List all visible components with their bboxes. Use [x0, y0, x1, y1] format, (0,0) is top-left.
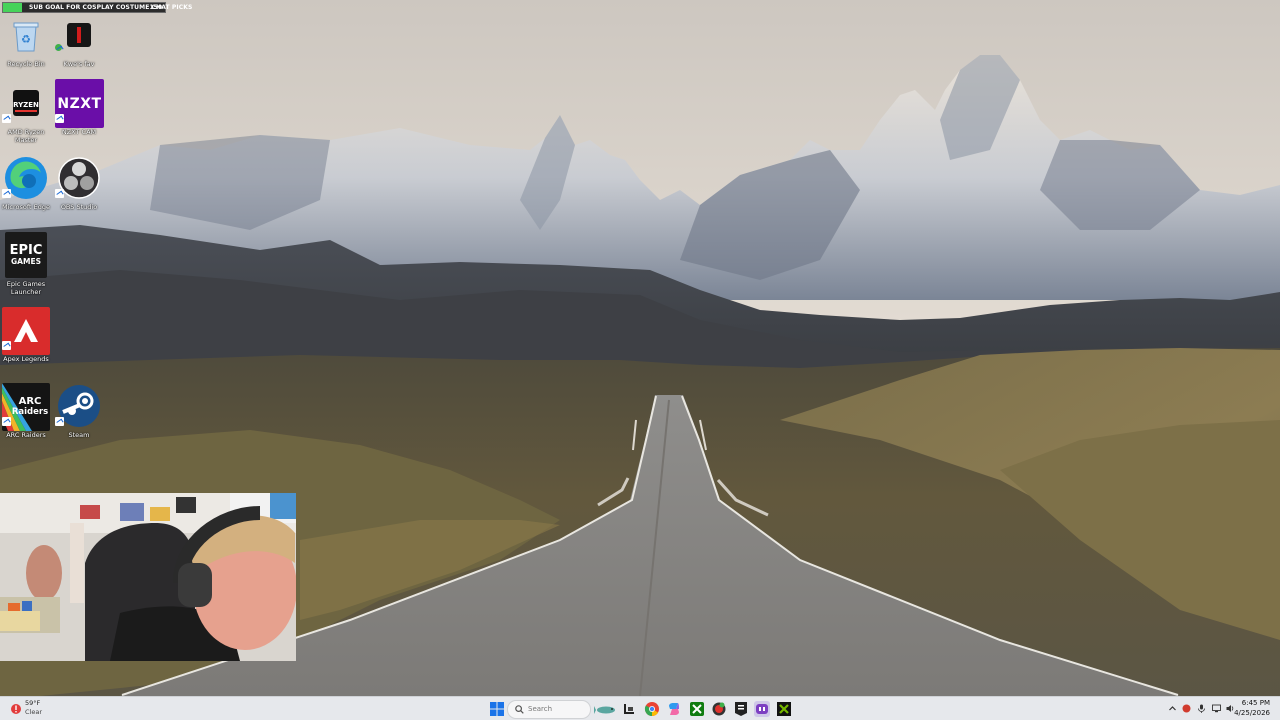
windows-logo-icon — [490, 702, 504, 716]
copilot-icon — [669, 703, 679, 715]
desktop-icon-microsoft-edge[interactable]: Microsoft Edge — [0, 155, 52, 225]
shortcut-arrow-icon — [2, 189, 11, 198]
file-explorer-icon — [624, 704, 634, 714]
desktop-icon-label: Epic Games Launcher — [6, 280, 46, 296]
desktop-icon-arc-raiders[interactable]: ARC Raiders ARC Raiders — [0, 383, 52, 453]
nvidia-icon — [777, 702, 791, 716]
shortcut-arrow-icon — [55, 114, 64, 123]
desktop-icon-ryzen-master[interactable]: RYZEN AMD Ryzen Master — [0, 80, 52, 150]
shortcut-arrow-icon — [55, 417, 64, 426]
nvidia-taskbar-button[interactable] — [776, 701, 792, 717]
svg-text:♻: ♻ — [21, 33, 31, 46]
taskbar-search-box[interactable]: Search — [507, 700, 591, 719]
desktop-icon-steam[interactable]: Steam — [53, 383, 105, 453]
red-app-taskbar-button[interactable] — [711, 701, 727, 717]
arc-logo-subtext: Raiders — [11, 407, 49, 417]
epic-taskbar-button[interactable] — [733, 701, 749, 717]
shortcut-arrow-icon — [55, 189, 64, 198]
red-app-icon — [712, 702, 726, 716]
kwe-fav-icon — [56, 12, 102, 58]
streamlabs-taskbar-button[interactable] — [754, 701, 770, 717]
desktop-icon-label: Apex Legends — [3, 355, 49, 363]
desktop: SUB GOAL FOR COSPLAY COSTUME CHAT PICKS … — [0, 0, 1280, 720]
weather-temperature[interactable]: 59°F — [25, 699, 40, 707]
epic-games-icon: EPIC GAMES — [5, 232, 47, 278]
clock-date[interactable]: 4/25/2026 — [1234, 709, 1270, 717]
shortcut-arrow-icon — [2, 114, 11, 123]
file-explorer-taskbar-button[interactable] — [621, 701, 637, 717]
sub-goal-count: 150 — [149, 4, 162, 11]
start-button[interactable] — [489, 701, 505, 717]
shortcut-arrow-icon — [2, 417, 11, 426]
taskbar: 59°F Clear Search 6:45 PM 4/25/2026 — [0, 696, 1280, 720]
desktop-icon-label: OBS Studio — [60, 203, 98, 211]
desktop-icon-label: Kwe's fav — [63, 60, 95, 68]
desktop-icon-kwe-fav[interactable]: Kwe's fav — [53, 12, 105, 82]
xbox-taskbar-button[interactable] — [689, 701, 705, 717]
desktop-icon-label: Microsoft Edge — [1, 203, 50, 211]
search-placeholder: Search — [528, 705, 553, 713]
sync-status-icon — [55, 44, 62, 51]
desktop-icon-recycle-bin[interactable]: ♻ Recycle Bin — [0, 12, 52, 82]
epic-logo-subtext: GAMES — [11, 256, 41, 266]
epic-logo-text: EPIC — [9, 242, 43, 258]
xbox-icon — [690, 702, 704, 716]
weather-alert-icon[interactable] — [10, 700, 22, 714]
desktop-icon-label: AMD Ryzen Master — [7, 128, 45, 144]
desktop-icon-epic-games-launcher[interactable]: EPIC GAMES Epic Games Launcher — [0, 230, 52, 300]
shortcut-arrow-icon — [2, 341, 11, 350]
desktop-icon-apex-legends[interactable]: Apex Legends — [0, 307, 52, 377]
svg-text:RYZEN: RYZEN — [13, 101, 39, 109]
desktop-icon-label: ARC Raiders — [6, 431, 46, 439]
fish-widget-icon — [594, 706, 615, 714]
desktop-icon-obs-studio[interactable]: OBS Studio — [53, 155, 105, 225]
desktop-icon-label: NZXT CAM — [61, 128, 97, 136]
recycle-bin-icon: ♻ — [3, 12, 49, 58]
microphone-icon[interactable] — [1197, 704, 1206, 713]
antivirus-tray-icon[interactable] — [1182, 704, 1191, 713]
desktop-icon-nzxt-cam[interactable]: NZXT NZXT CAM — [53, 79, 105, 150]
sub-goal-progress-fill — [3, 3, 23, 12]
epic-games-icon — [735, 702, 747, 716]
clock-time[interactable]: 6:45 PM — [1242, 699, 1270, 707]
desktop-icon-label: Recycle Bin — [7, 60, 45, 68]
nzxt-logo-text: NZXT — [57, 95, 102, 112]
streamlabs-icon — [756, 704, 768, 714]
arc-logo-text: ARC — [18, 396, 42, 407]
weather-description[interactable]: Clear — [25, 708, 42, 716]
widgets-button[interactable] — [594, 701, 618, 717]
copilot-taskbar-button[interactable] — [666, 701, 682, 717]
chrome-icon — [644, 702, 659, 717]
sub-goal-label: SUB GOAL FOR COSPLAY COSTUME CHAT PICKS — [29, 4, 193, 11]
desktop-icon-label: Steam — [68, 431, 90, 439]
chrome-taskbar-button[interactable] — [644, 701, 660, 717]
search-icon — [515, 705, 524, 714]
webcam-overlay — [0, 493, 296, 661]
chevron-up-icon[interactable] — [1168, 704, 1177, 713]
network-icon[interactable] — [1212, 704, 1221, 713]
